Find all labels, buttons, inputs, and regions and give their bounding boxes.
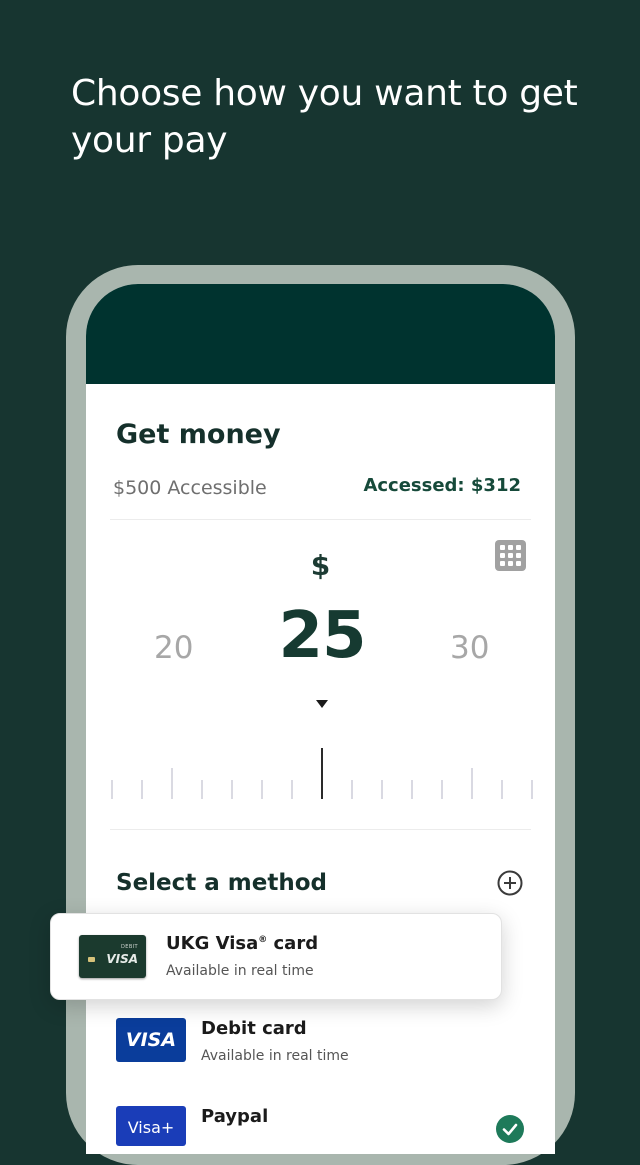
section-title: Select a method: [116, 870, 328, 896]
method-name: Debit card: [201, 1018, 307, 1039]
method-debit-card[interactable]: VISA Debit card Available in real time: [86, 1004, 555, 1064]
accessed-amount: Accessed: $312: [363, 475, 521, 496]
amount-pointer-icon: [316, 700, 328, 708]
divider: [110, 519, 531, 520]
visa-plus-icon: Visa+: [116, 1106, 186, 1146]
divider: [110, 829, 531, 830]
amount-slider[interactable]: [86, 744, 555, 804]
headline: Choose how you want to get your pay: [71, 73, 578, 161]
visa-card-icon: VISA: [116, 1018, 186, 1062]
page-title: Get money: [116, 419, 281, 450]
card-chip-icon: [88, 957, 95, 962]
method-subtitle: Available in real time: [201, 1048, 349, 1064]
screen-header: [86, 284, 555, 384]
method-name: UKG Visa® card: [166, 933, 319, 954]
ukg-card-icon: DEBIT VISA: [79, 935, 146, 978]
check-icon: [496, 1115, 524, 1143]
accessible-amount: $500 Accessible: [113, 477, 267, 499]
amount-option-next[interactable]: 30: [450, 630, 489, 666]
currency-symbol: $: [310, 549, 331, 582]
phone-screen: Get money $500 Accessible Accessed: $312…: [86, 284, 555, 1154]
plus-circle-icon[interactable]: [497, 870, 523, 896]
method-name: Paypal: [201, 1106, 269, 1127]
card-visa-label: VISA: [106, 952, 138, 966]
method-paypal[interactable]: Visa+ Paypal: [86, 1090, 555, 1154]
method-ukg-visa-card[interactable]: DEBIT VISA UKG Visa® card Available in r…: [50, 913, 502, 1000]
card-debit-label: DEBIT: [121, 944, 138, 950]
method-subtitle: Available in real time: [166, 963, 314, 979]
